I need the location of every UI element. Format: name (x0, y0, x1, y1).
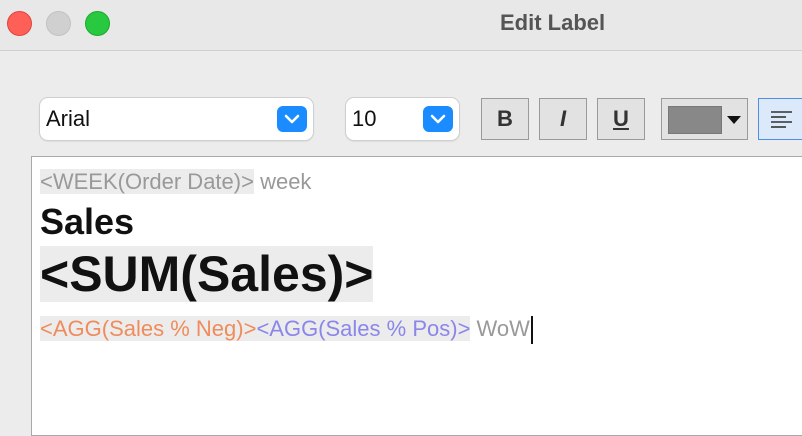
chevron-down-icon[interactable] (277, 106, 307, 132)
field-agg-sales-neg[interactable]: <AGG(Sales % Neg)> (40, 316, 257, 341)
field-agg-sales-pos[interactable]: <AGG(Sales % Pos)> (256, 316, 471, 341)
minimize-window-button[interactable] (46, 11, 71, 36)
label-text-editor[interactable]: <WEEK(Order Date)> week Sales <SUM(Sales… (31, 156, 802, 436)
text-caret (530, 316, 533, 345)
zoom-window-button[interactable] (85, 11, 110, 36)
align-left-icon (771, 111, 792, 128)
editor-line-week: <WEEK(Order Date)> week (40, 169, 311, 195)
close-window-button[interactable] (7, 11, 32, 36)
editor-line-sales: Sales (40, 201, 134, 243)
font-size-select[interactable]: 10 (346, 98, 459, 140)
window-title: Edit Label (500, 10, 606, 35)
field-week-order-date[interactable]: <WEEK(Order Date)> (40, 169, 254, 194)
dropdown-arrow-icon (727, 116, 741, 124)
wow-text: WoW (470, 316, 530, 341)
sales-text: Sales (40, 201, 135, 242)
week-text: week (253, 169, 312, 194)
font-family-select[interactable]: Arial (40, 98, 313, 140)
text-color-picker[interactable] (661, 98, 748, 140)
underline-button[interactable]: U (597, 98, 645, 140)
font-size-value: 10 (352, 106, 377, 131)
bold-button[interactable]: B (481, 98, 529, 140)
field-sum-sales[interactable]: <SUM(Sales)> (40, 246, 374, 302)
align-left-button[interactable] (758, 98, 802, 140)
font-family-value: Arial (46, 106, 91, 131)
color-swatch (668, 106, 722, 134)
italic-button[interactable]: I (539, 98, 587, 140)
editor-line-wow: <AGG(Sales % Neg)><AGG(Sales % Pos)> WoW (40, 316, 533, 345)
chevron-down-icon[interactable] (423, 106, 453, 132)
editor-line-sum-sales: <SUM(Sales)> (40, 245, 374, 303)
title-bar: Edit Label (0, 0, 802, 51)
